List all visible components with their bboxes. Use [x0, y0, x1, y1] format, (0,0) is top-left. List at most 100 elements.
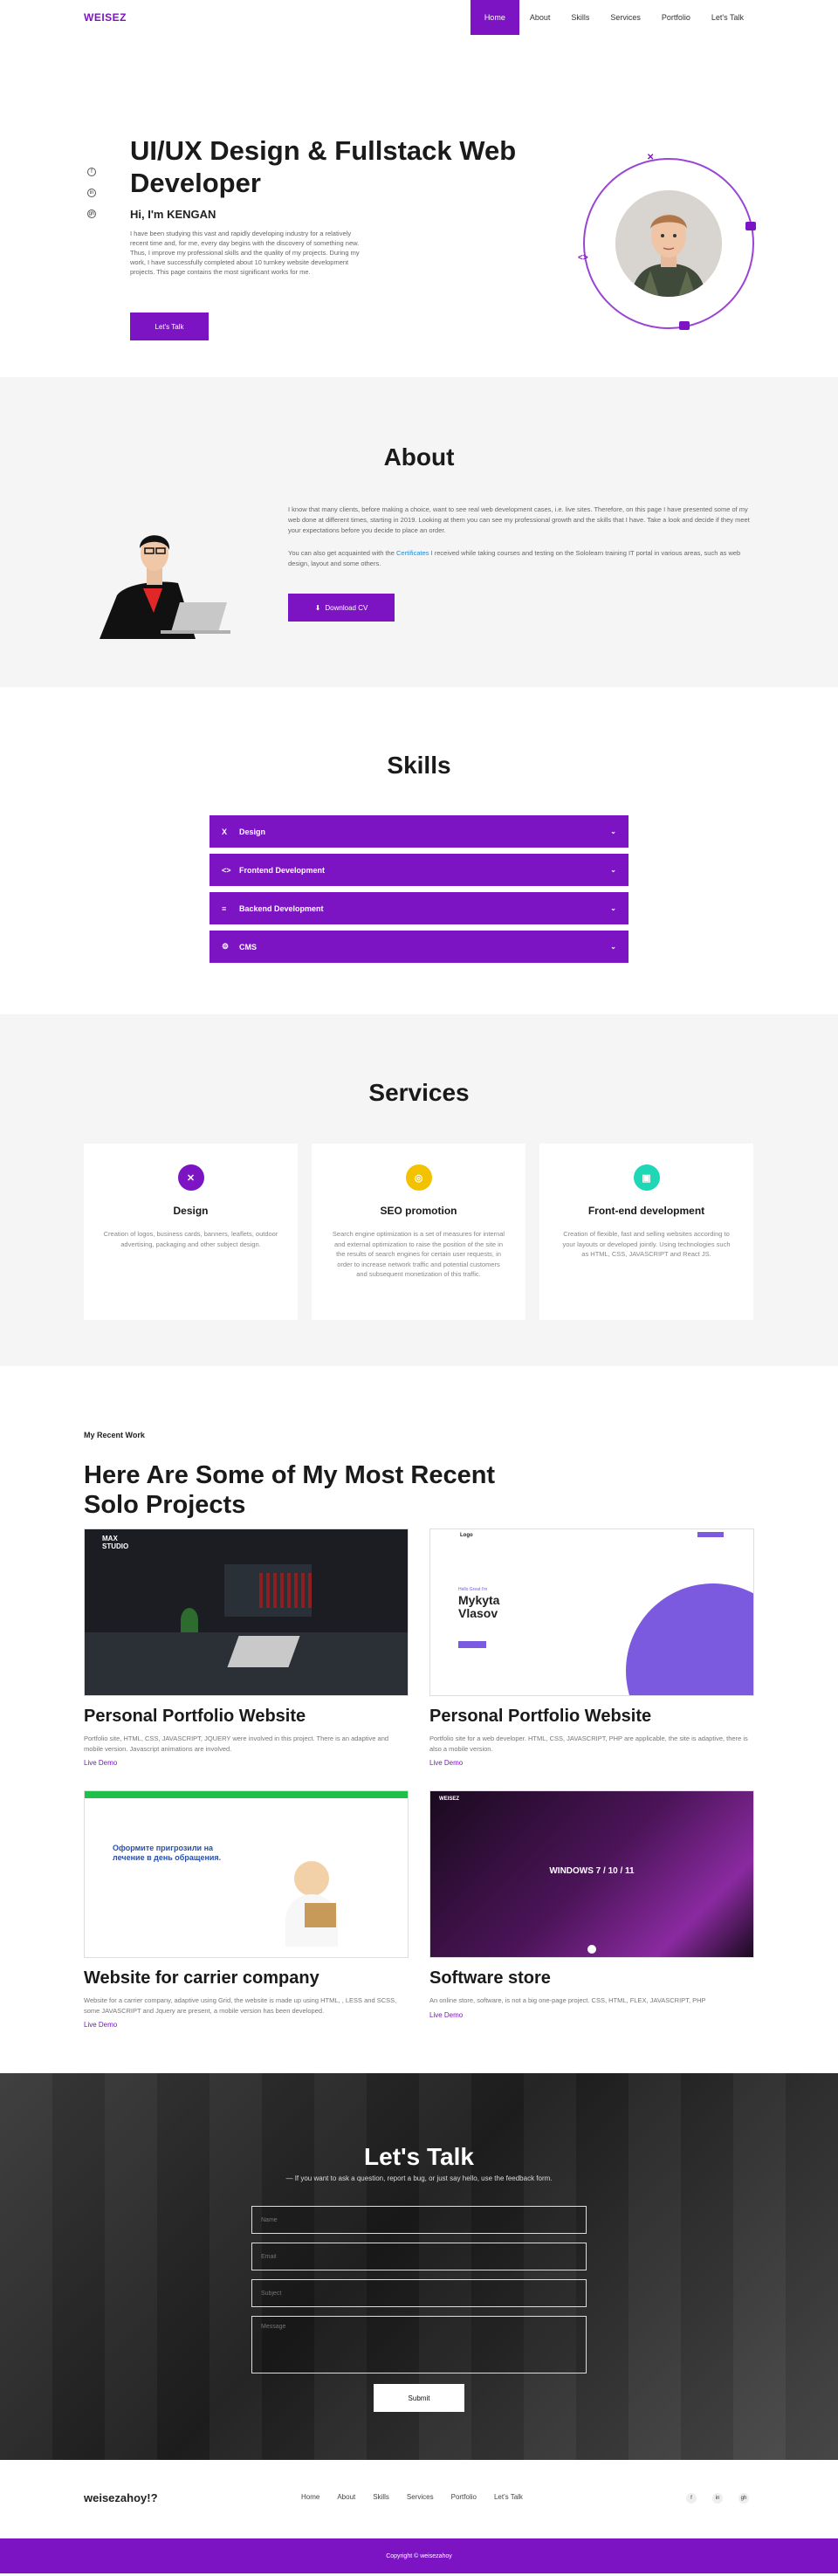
- facebook-icon[interactable]: f: [686, 2493, 697, 2504]
- contact-title: Let's Talk: [364, 2143, 474, 2170]
- hero-section: f in gh UI/UX Design & Fullstack Web Dev…: [0, 35, 838, 377]
- footer-link-services[interactable]: Services: [407, 2493, 434, 2501]
- frontend-icon: ▣: [633, 1164, 660, 1191]
- nav-skills[interactable]: Skills: [560, 0, 600, 35]
- footer-link-skills[interactable]: Skills: [373, 2493, 389, 2501]
- footer: weisezahoy!? Home About Skills Services …: [0, 2460, 838, 2538]
- message-field[interactable]: [251, 2316, 587, 2373]
- footer-links: Home About Skills Services Portfolio Let…: [301, 2493, 523, 2501]
- code-icon: <>: [578, 253, 588, 263]
- live-demo-link[interactable]: Live Demo: [429, 1759, 754, 1767]
- lets-talk-button[interactable]: Let's Talk: [130, 313, 209, 340]
- service-title: Front-end development: [587, 1205, 705, 1217]
- chevron-down-icon: ⌄: [610, 904, 616, 912]
- portfolio-kicker: My Recent Work: [84, 1431, 145, 1439]
- seo-icon: ◎: [405, 1164, 432, 1191]
- live-demo-link[interactable]: Live Demo: [84, 2021, 409, 2029]
- hero-social-links: f in gh: [87, 168, 96, 218]
- project-title: Software store: [429, 1968, 551, 1988]
- download-cv-button[interactable]: ⬇ Download CV: [288, 594, 395, 622]
- submit-button[interactable]: Submit: [374, 2384, 464, 2412]
- nav-about[interactable]: About: [519, 0, 561, 35]
- hero-description: I have been studying this vast and rapid…: [130, 230, 360, 276]
- contact-subtitle: — If you want to ask a question, report …: [285, 2174, 553, 2182]
- name-field[interactable]: [251, 2206, 587, 2234]
- service-card-design: ✕ Design Creation of logos, business car…: [84, 1144, 298, 1320]
- portfolio-section: My Recent Work Here Are Some of My Most …: [0, 1366, 838, 2073]
- design-tools-icon: ✕: [647, 153, 655, 162]
- project-card: MAX STUDIO Personal Portfolio Website Po…: [84, 1528, 409, 1767]
- project-title: Personal Portfolio Website: [429, 1707, 652, 1726]
- contact-section: Let's Talk — If you want to ask a questi…: [0, 2073, 838, 2460]
- nav-links: Home About Skills Services Portfolio Let…: [470, 0, 754, 35]
- chevron-down-icon: ⌄: [610, 943, 616, 951]
- nav-services[interactable]: Services: [600, 0, 651, 35]
- subject-field[interactable]: [251, 2279, 587, 2307]
- footer-link-about[interactable]: About: [337, 2493, 355, 2501]
- footer-link-lets-talk[interactable]: Let's Talk: [494, 2493, 523, 2501]
- project-description: Website for a carrier company, adaptive …: [84, 1996, 397, 2015]
- footer-brand: weisezahoy!?: [84, 2491, 158, 2504]
- footer-link-home[interactable]: Home: [301, 2493, 319, 2501]
- skill-design[interactable]: X Design ⌄: [210, 815, 628, 848]
- service-cards: ✕ Design Creation of logos, business car…: [84, 1144, 753, 1320]
- about-section: About I know that many clients, before m…: [0, 377, 838, 687]
- project-screenshot[interactable]: Logo Hello Great I'm Mykyta Vlasov: [429, 1528, 754, 1696]
- server-icon: ≡: [222, 903, 227, 913]
- avatar: [615, 190, 722, 297]
- project-title: Personal Portfolio Website: [84, 1707, 306, 1726]
- project-title: Website for carrier company: [84, 1968, 319, 1988]
- avatar-illustration: [615, 190, 722, 297]
- service-text: Creation of flexible, fast and selling w…: [562, 1230, 731, 1258]
- hero-greeting: Hi, I'm KENGAN: [130, 208, 216, 221]
- project-screenshot[interactable]: Оформите пригрозили на лечение в день об…: [84, 1790, 409, 1958]
- about-paragraph-1: I know that many clients, before making …: [288, 505, 750, 534]
- about-title: About: [383, 443, 455, 471]
- github-icon[interactable]: gh: [738, 2493, 749, 2504]
- skills-accordion: X Design ⌄ <> Frontend Development ⌄ ≡ Backen…: [210, 815, 628, 963]
- service-text: Creation of logos, business cards, banne…: [103, 1230, 278, 1248]
- nav-home[interactable]: Home: [470, 0, 519, 35]
- project-card: Logo Hello Great I'm Mykyta Vlasov Perso…: [429, 1528, 754, 1767]
- chevron-down-icon: ⌄: [610, 828, 616, 835]
- nav-portfolio[interactable]: Portfolio: [651, 0, 701, 35]
- about-paragraph-2: You can also get acquainted with the Cer…: [288, 549, 741, 567]
- gear-icon: ⚙: [222, 942, 230, 951]
- about-illustration: [100, 508, 239, 639]
- chevron-down-icon: ⌄: [610, 866, 616, 874]
- certificates-link[interactable]: Certificates: [396, 549, 429, 557]
- project-description: Portfolio site for a web developer. HTML…: [429, 1735, 748, 1753]
- nav-lets-talk[interactable]: Let's Talk: [701, 0, 754, 35]
- code-icon: <>: [222, 865, 231, 875]
- skills-section: Skills X Design ⌄ <> Frontend Development ⌄ …: [0, 687, 838, 1014]
- design-icon: X: [222, 827, 228, 836]
- hero-title: UI/UX Design & Fullstack Web Developer: [130, 135, 517, 198]
- skill-cms[interactable]: ⚙ CMS ⌄: [210, 931, 628, 963]
- project-description: Portfolio site, HTML, CSS, JAVASCRIPT, J…: [84, 1735, 389, 1753]
- linkedin-icon[interactable]: in: [712, 2493, 723, 2504]
- project-screenshot[interactable]: MAX STUDIO: [84, 1528, 409, 1696]
- live-demo-link[interactable]: Live Demo: [429, 2011, 754, 2019]
- server-icon: [745, 222, 756, 230]
- brand-logo[interactable]: WEISEZ: [84, 11, 127, 24]
- project-description: An online store, software, is not a big …: [429, 1996, 706, 2004]
- skills-title: Skills: [387, 752, 451, 779]
- footer-link-portfolio[interactable]: Portfolio: [451, 2493, 477, 2501]
- footer-social-links: f in gh: [686, 2493, 749, 2504]
- linkedin-icon[interactable]: in: [87, 189, 96, 197]
- services-section: Services ✕ Design Creation of logos, bus…: [0, 1014, 838, 1366]
- project-card: WEISEZ WINDOWS 7 / 10 / 11 Software stor…: [429, 1790, 754, 2019]
- live-demo-link[interactable]: Live Demo: [84, 1759, 409, 1767]
- design-icon: ✕: [177, 1164, 204, 1191]
- service-card-frontend: ▣ Front-end development Creation of flex…: [539, 1144, 753, 1320]
- skill-frontend[interactable]: <> Frontend Development ⌄: [210, 854, 628, 886]
- email-field[interactable]: [251, 2243, 587, 2270]
- github-icon[interactable]: gh: [87, 210, 96, 218]
- cms-icon: [679, 321, 690, 330]
- facebook-icon[interactable]: f: [87, 168, 96, 176]
- service-card-seo: ◎ SEO promotion Search engine optimizati…: [312, 1144, 525, 1320]
- service-title: SEO promotion: [380, 1205, 457, 1217]
- project-screenshot[interactable]: WEISEZ WINDOWS 7 / 10 / 11: [429, 1790, 754, 1958]
- services-title: Services: [368, 1079, 470, 1106]
- skill-backend[interactable]: ≡ Backend Development ⌄: [210, 892, 628, 924]
